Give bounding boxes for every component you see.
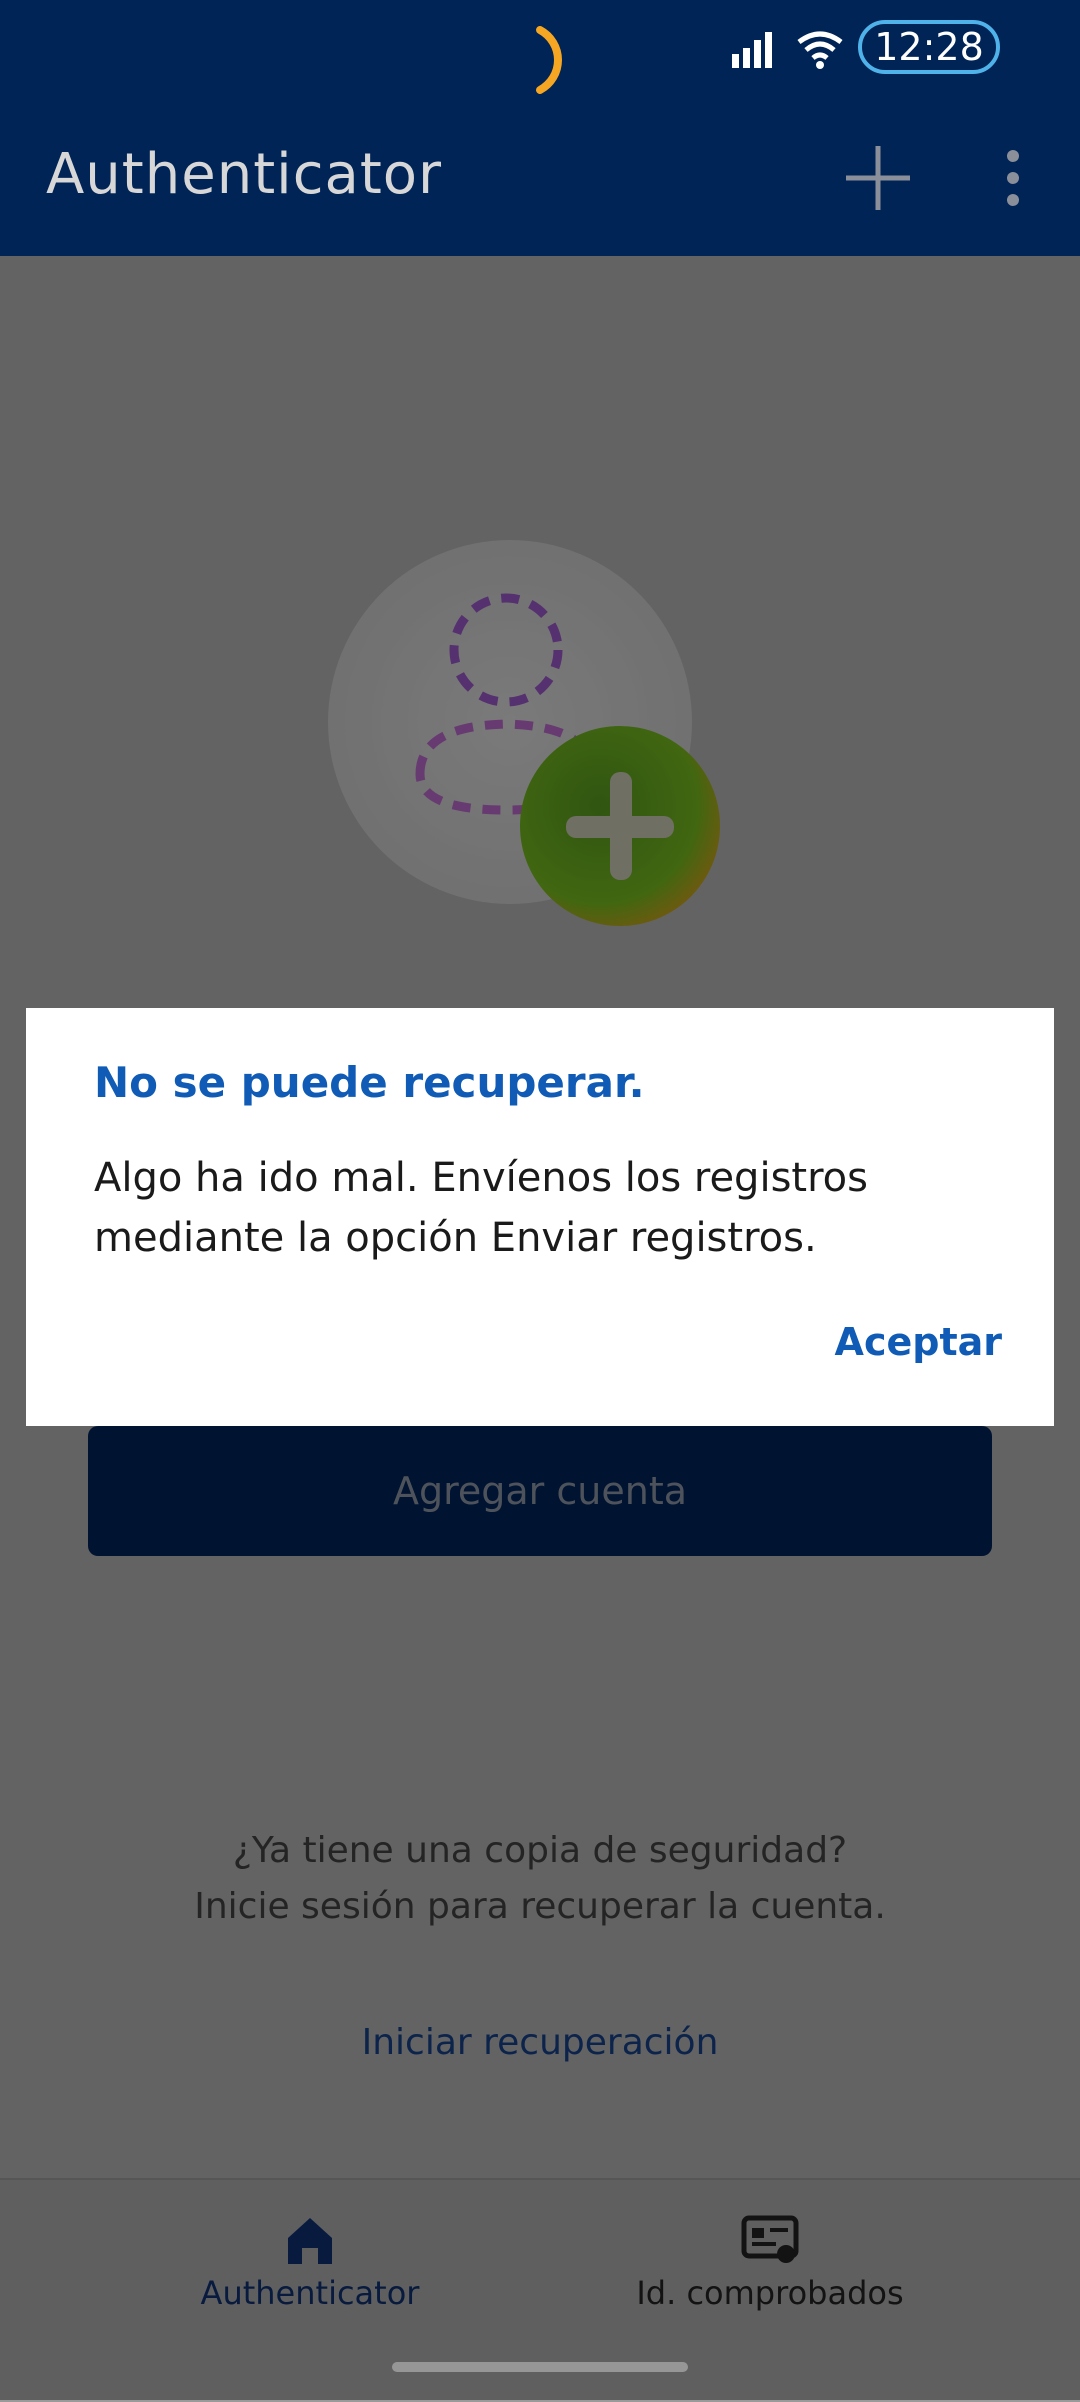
app-bar: Authenticator (0, 100, 1080, 256)
status-bar: 12:28 (0, 0, 1080, 100)
status-time: 12:28 (858, 20, 1000, 74)
dialog-title: No se puede recuperar. (94, 1058, 645, 1107)
app-title: Authenticator (46, 142, 443, 207)
error-dialog: No se puede recuperar. Algo ha ido mal. … (26, 1008, 1054, 1426)
dialog-message: Algo ha ido mal. Envíenos los registros … (94, 1155, 868, 1261)
loading-spinner-icon (536, 26, 562, 94)
more-options-icon[interactable] (990, 140, 1036, 216)
signal-icon (732, 32, 772, 68)
accept-button[interactable]: Aceptar (835, 1320, 1002, 1364)
wifi-icon (797, 31, 843, 69)
add-icon[interactable] (840, 140, 916, 216)
